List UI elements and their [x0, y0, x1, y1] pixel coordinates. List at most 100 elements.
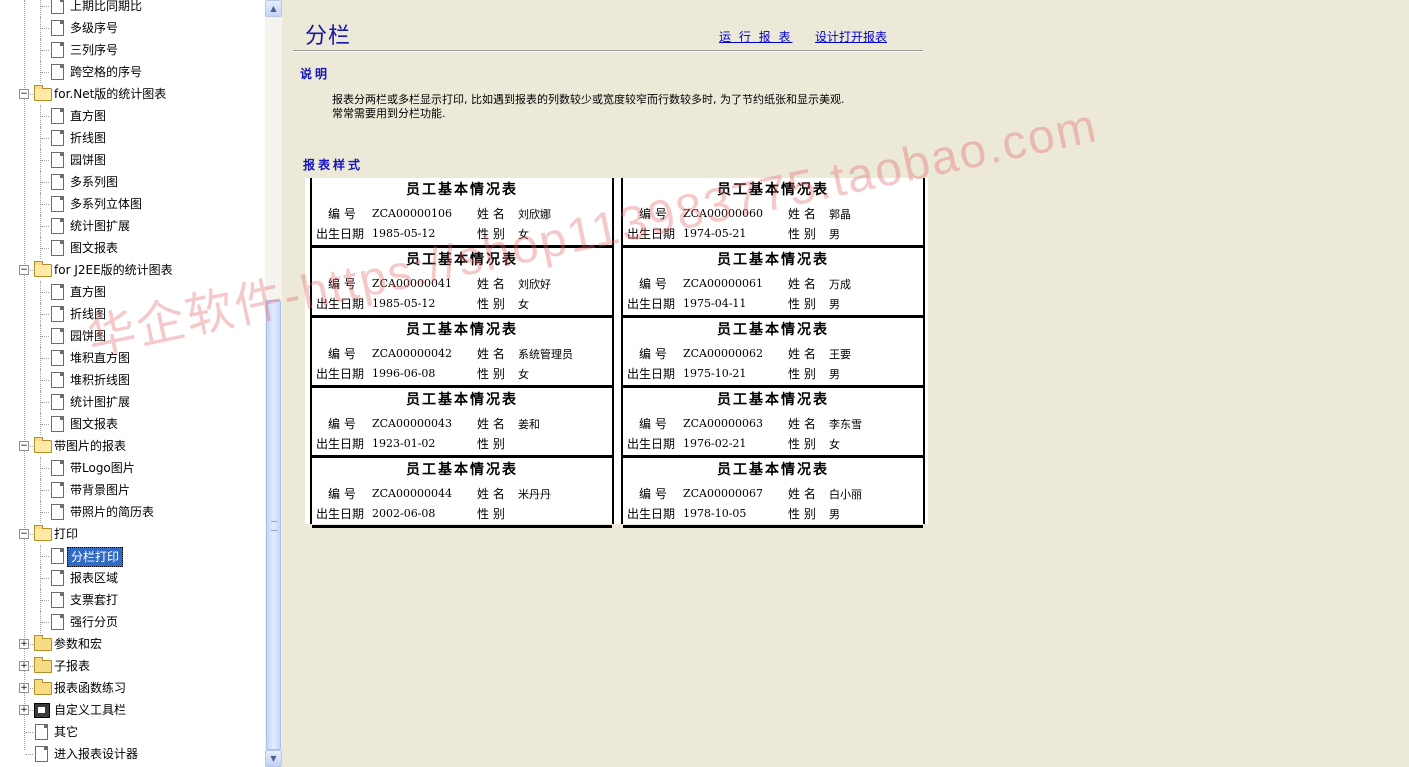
- collapse-icon[interactable]: −: [19, 529, 29, 539]
- tree-item[interactable]: 带Logo图片: [0, 457, 265, 479]
- tree-connector: [41, 556, 49, 557]
- value-birth-date: 1976-02-21: [683, 437, 747, 450]
- tree-item[interactable]: − for.Net版的统计图表: [0, 83, 265, 105]
- tree-item[interactable]: 折线图: [0, 127, 265, 149]
- label-employee-no: 编 号: [328, 277, 356, 291]
- tree-item-label: 图文报表: [70, 241, 119, 255]
- scroll-grip-icon: [271, 521, 277, 531]
- tree-item-label: 进入报表设计器: [54, 747, 139, 761]
- tree-item[interactable]: + 报表函数练习: [0, 677, 265, 699]
- tree-item[interactable]: 分栏打印: [0, 545, 265, 567]
- tree-item[interactable]: 多级序号: [0, 17, 265, 39]
- label-employee-no: 编 号: [328, 417, 356, 431]
- tree-item-label: 跨空格的序号: [70, 65, 143, 79]
- tree-item[interactable]: 上期比同期比: [0, 0, 265, 17]
- tree-item[interactable]: 折线图: [0, 303, 265, 325]
- tree-item[interactable]: + 参数和宏: [0, 633, 265, 655]
- value-name: 李东雪: [829, 418, 862, 431]
- label-birth-date: 出生日期: [627, 297, 676, 311]
- tree-item[interactable]: 多系列图: [0, 171, 265, 193]
- employee-card: 员工基本情况表编 号 ZCA00000061 姓 名万成 出生日期 1975-04-11…: [623, 248, 923, 318]
- value-sex: 女: [518, 228, 529, 241]
- employee-card: 员工基本情况表编 号 ZCA00000067 姓 名白小丽 出生日期 1978-10-0…: [623, 458, 923, 528]
- design-report-link[interactable]: 设计打开报表: [815, 28, 887, 45]
- tree-connector: [41, 336, 49, 337]
- tree-item[interactable]: 图文报表: [0, 413, 265, 435]
- tree-item[interactable]: 园饼图: [0, 325, 265, 347]
- scroll-thumb[interactable]: [266, 300, 281, 750]
- tree-item[interactable]: + 子报表: [0, 655, 265, 677]
- tree-item[interactable]: 图文报表: [0, 237, 265, 259]
- expand-icon[interactable]: +: [19, 639, 29, 649]
- document-icon: [51, 130, 64, 146]
- label-birth-date: 出生日期: [627, 367, 676, 381]
- employee-card: 员工基本情况表编 号 ZCA00000041 姓 名刘欣好 出生日期 1985-05-1…: [312, 248, 612, 318]
- tree-item-label: 统计图扩展: [70, 219, 131, 233]
- scroll-up-button[interactable]: ▲: [265, 0, 282, 17]
- label-employee-no: 编 号: [639, 347, 667, 361]
- document-icon: [51, 64, 64, 80]
- tree-item[interactable]: 统计图扩展: [0, 391, 265, 413]
- label-name: 姓 名: [788, 347, 816, 361]
- tree-item-label: 多系列图: [70, 175, 119, 189]
- tree-item[interactable]: 多系列立体图: [0, 193, 265, 215]
- document-icon: [51, 196, 64, 212]
- tree-item[interactable]: 统计图扩展: [0, 215, 265, 237]
- label-sex: 性 别: [788, 367, 816, 381]
- tree-item[interactable]: 三列序号: [0, 39, 265, 61]
- tree-item-label: 上期比同期比: [70, 0, 143, 13]
- tree-item[interactable]: + 自定义工具栏: [0, 699, 265, 721]
- value-employee-no: ZCA00000044: [372, 487, 452, 500]
- value-sex: 男: [829, 508, 840, 521]
- value-name: 姜和: [518, 418, 540, 431]
- tree-scrollbar[interactable]: ▲ ▼: [265, 0, 282, 767]
- tree-item[interactable]: − 带图片的报表: [0, 435, 265, 457]
- tree-item[interactable]: 支票套打: [0, 589, 265, 611]
- folder-icon: [34, 657, 52, 673]
- tree-item[interactable]: − 打印: [0, 523, 265, 545]
- tree-connector: [41, 6, 49, 7]
- run-report-link[interactable]: 运 行 报 表: [719, 28, 792, 45]
- value-employee-no: ZCA00000106: [372, 207, 452, 220]
- value-name: 刘欣娜: [518, 208, 551, 221]
- value-birth-date: 1975-10-21: [683, 367, 747, 380]
- document-icon: [51, 284, 64, 300]
- tree-item[interactable]: 强行分页: [0, 611, 265, 633]
- tree-item[interactable]: 其它: [0, 721, 265, 743]
- tree-item[interactable]: 报表区域: [0, 567, 265, 589]
- tree-connector: [41, 226, 49, 227]
- document-icon: [51, 350, 64, 366]
- label-birth-date: 出生日期: [627, 507, 676, 521]
- label-sex: 性 别: [788, 437, 816, 451]
- value-name: 万成: [829, 278, 851, 291]
- tree-item[interactable]: 带背景图片: [0, 479, 265, 501]
- tree-item[interactable]: 园饼图: [0, 149, 265, 171]
- employee-card: 员工基本情况表编 号 ZCA00000044 姓 名米丹丹 出生日期 2002-06-0…: [312, 458, 612, 528]
- collapse-icon[interactable]: −: [19, 441, 29, 451]
- value-birth-date: 1923-01-02: [372, 437, 436, 450]
- value-name: 王要: [829, 348, 851, 361]
- tree-item-label: 直方图: [70, 109, 107, 123]
- document-icon: [51, 152, 64, 168]
- scroll-down-button[interactable]: ▼: [265, 750, 282, 767]
- tree-item[interactable]: 跨空格的序号: [0, 61, 265, 83]
- expand-icon[interactable]: +: [19, 683, 29, 693]
- tree-item[interactable]: 堆积折线图: [0, 369, 265, 391]
- tree-item[interactable]: 直方图: [0, 105, 265, 127]
- value-sex: 女: [829, 438, 840, 451]
- document-icon: [35, 724, 48, 740]
- tree-item[interactable]: 带照片的简历表: [0, 501, 265, 523]
- tree-connector: [41, 72, 49, 73]
- tree-item[interactable]: 堆积直方图: [0, 347, 265, 369]
- label-name: 姓 名: [788, 487, 816, 501]
- label-sex: 性 别: [788, 227, 816, 241]
- expand-icon[interactable]: +: [19, 661, 29, 671]
- description-text: 报表分两栏或多栏显示打印, 比如遇到报表的列数较少或宽度较窄而行数较多时, 为了…: [332, 93, 912, 121]
- collapse-icon[interactable]: −: [19, 265, 29, 275]
- tree-item[interactable]: 直方图: [0, 281, 265, 303]
- expand-icon[interactable]: +: [19, 705, 29, 715]
- tree-item[interactable]: 进入报表设计器: [0, 743, 265, 765]
- collapse-icon[interactable]: −: [19, 89, 29, 99]
- description-line-1: 报表分两栏或多栏显示打印, 比如遇到报表的列数较少或宽度较窄而行数较多时, 为了…: [332, 93, 845, 106]
- tree-item[interactable]: − for J2EE版的统计图表: [0, 259, 265, 281]
